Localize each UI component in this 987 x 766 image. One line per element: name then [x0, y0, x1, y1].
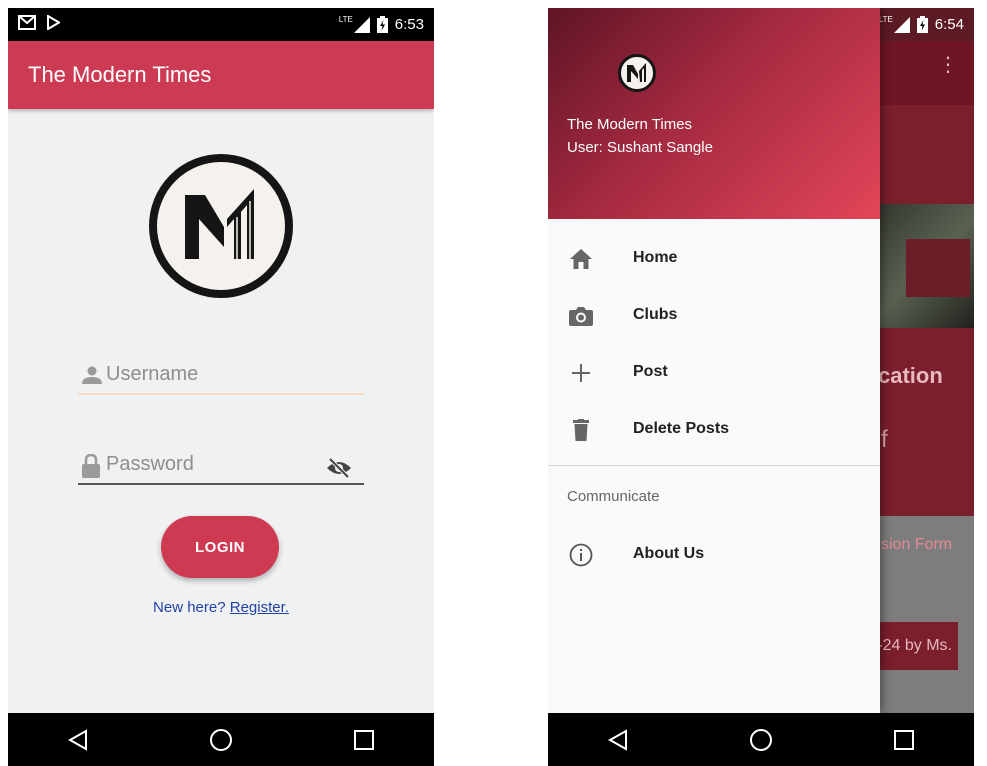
- drawer-title: The Modern Times: [567, 116, 693, 133]
- background-subtext: f: [881, 426, 888, 453]
- background-next-button: [906, 239, 970, 297]
- menu-item-clubs[interactable]: Clubs: [548, 291, 880, 339]
- background-heading: cation: [878, 363, 943, 388]
- gmail-notification-icon: [18, 15, 36, 30]
- home-button-icon[interactable]: [209, 728, 233, 752]
- back-icon[interactable]: [68, 728, 88, 751]
- password-underline: [78, 483, 364, 485]
- home-button-icon[interactable]: [749, 728, 773, 752]
- password-placeholder: Password: [106, 453, 194, 475]
- info-icon: [568, 542, 594, 568]
- overflow-menu-icon[interactable]: ⋮: [938, 55, 958, 75]
- modern-times-logo: [149, 154, 293, 298]
- network-type-label: LTE: [878, 15, 893, 24]
- menu-item-label: Post: [633, 363, 668, 380]
- username-underline: [78, 393, 364, 395]
- clock: 6:53: [394, 16, 424, 33]
- menu-item-about-us[interactable]: About Us: [548, 530, 880, 578]
- clock: 6:54: [934, 16, 964, 33]
- new-here-text: New here?: [153, 599, 226, 616]
- signal-icon: [353, 16, 370, 33]
- camera-icon: [568, 303, 594, 329]
- lock-icon: [82, 454, 100, 478]
- signal-icon: [893, 16, 910, 33]
- recents-icon[interactable]: [353, 729, 374, 750]
- navigation-bar: [8, 713, 434, 766]
- home-icon: [568, 246, 594, 272]
- username-placeholder: Username: [106, 363, 199, 385]
- menu-item-delete-posts[interactable]: Delete Posts: [548, 405, 880, 453]
- plus-icon: [568, 360, 594, 386]
- trash-icon: [568, 417, 594, 443]
- menu-item-label: Clubs: [633, 306, 678, 323]
- drawer-user: User: Sushant Sangle: [567, 139, 713, 156]
- battery-charging-icon: [376, 16, 388, 33]
- background-form-text: sion Form: [881, 536, 953, 553]
- person-icon: [82, 366, 102, 384]
- battery-charging-icon: [916, 16, 928, 33]
- register-link[interactable]: Register.: [230, 599, 289, 616]
- menu-item-label: Delete Posts: [633, 420, 730, 437]
- register-prompt: New here? Register.: [8, 599, 434, 616]
- recents-icon[interactable]: [893, 729, 914, 750]
- play-store-notification-icon: [47, 15, 60, 30]
- app-bar: The Modern Times: [8, 41, 434, 109]
- login-screen: LTE 6:53 The Modern Times Username Passw…: [8, 8, 434, 766]
- visibility-off-icon[interactable]: [326, 458, 352, 478]
- menu-item-post[interactable]: Post: [548, 348, 880, 396]
- drawer-screen: ⋮ cation f sion Form -24 by Ms. LTE 6:54…: [548, 8, 974, 766]
- drawer-header: The Modern Times User: Sushant Sangle: [548, 8, 880, 219]
- menu-item-home[interactable]: Home: [548, 234, 880, 282]
- app-title: The Modern Times: [28, 62, 212, 87]
- status-bar: LTE 6:53: [8, 8, 434, 41]
- login-button[interactable]: LOGIN: [161, 516, 279, 578]
- menu-item-label: About Us: [633, 545, 705, 562]
- back-icon[interactable]: [608, 728, 628, 751]
- navigation-drawer: The Modern Times User: Sushant Sangle Ho…: [548, 8, 880, 713]
- drawer-logo-icon: [618, 54, 656, 92]
- navigation-bar: [548, 713, 974, 766]
- section-header-communicate: Communicate: [567, 488, 660, 505]
- menu-divider: [548, 465, 880, 466]
- network-type-label: LTE: [338, 15, 353, 24]
- menu-item-label: Home: [633, 249, 678, 266]
